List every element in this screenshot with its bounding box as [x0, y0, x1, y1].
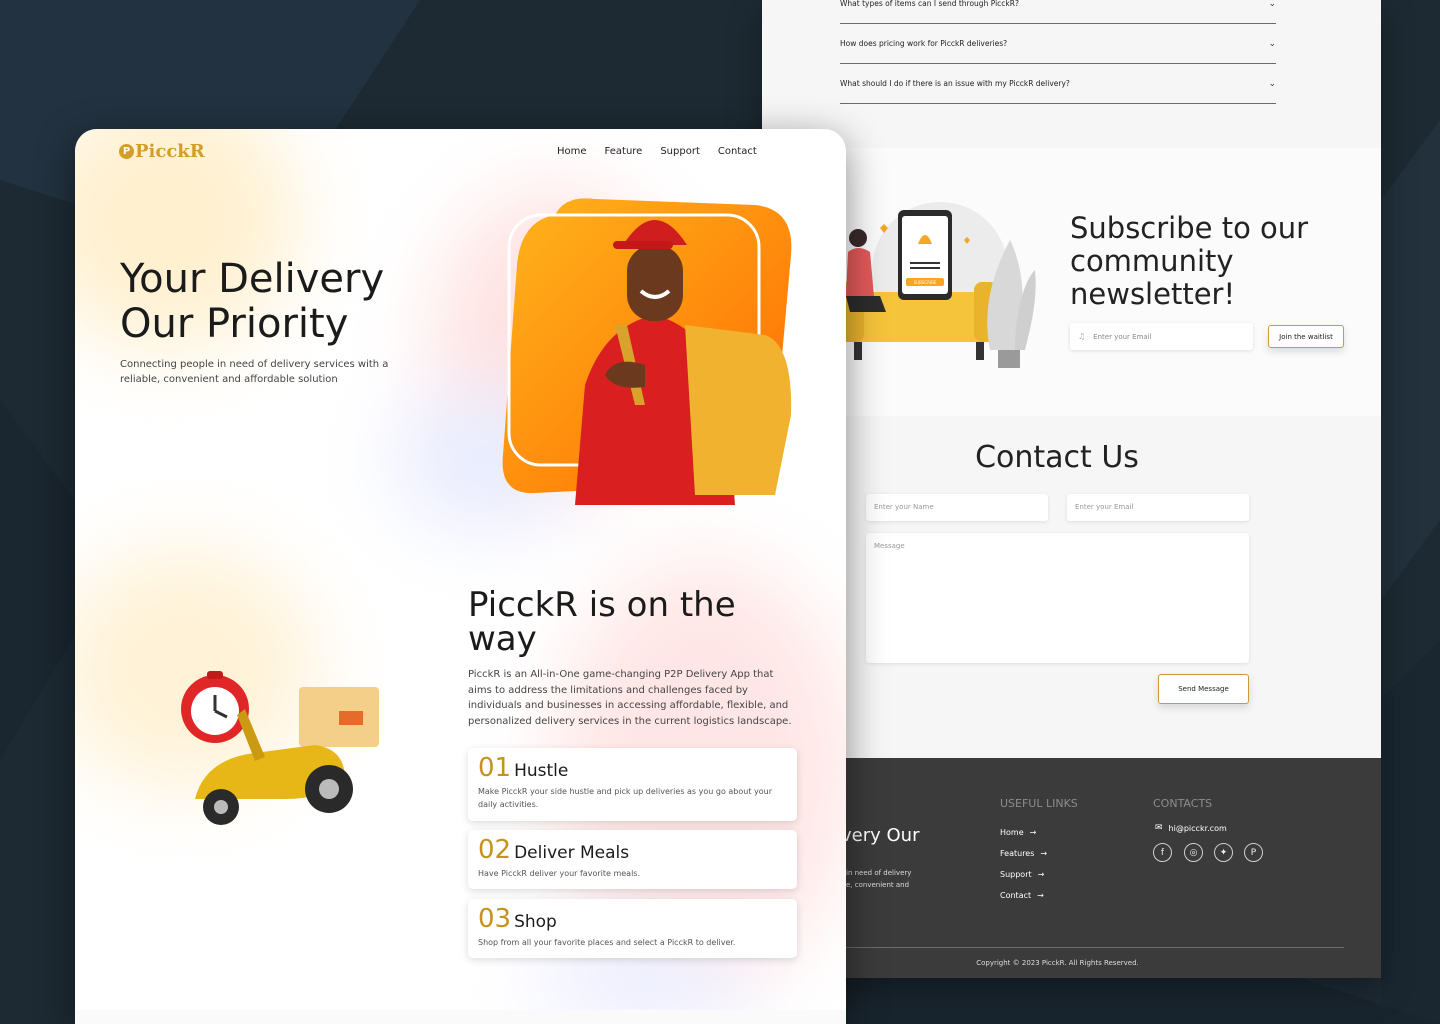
footer-link-label: Support: [1000, 870, 1032, 879]
feature-card-deliver-meals[interactable]: 02 Deliver Meals Have PicckR deliver you…: [468, 830, 797, 889]
copyright-text: Copyright © 2023 PicckR. All Rights Rese…: [976, 959, 1139, 967]
newsletter-email-placeholder: Enter your Email: [1093, 332, 1152, 341]
footer-link-features[interactable]: Features →: [1000, 849, 1047, 858]
join-waitlist-button[interactable]: Join the waitlist: [1268, 325, 1344, 348]
contact-email-input[interactable]: Enter your Email: [1067, 494, 1249, 521]
card-description: Shop from all your favorite places and s…: [478, 938, 736, 947]
newsletter-section: SUBSCRIBE Subscribe to our community new…: [762, 148, 1381, 416]
faq-item[interactable]: What types of items can I send through P…: [840, 0, 1276, 24]
contact-message-textarea[interactable]: Message: [866, 533, 1249, 663]
card-title: Shop: [514, 912, 557, 932]
twitter-icon[interactable]: ✦: [1214, 843, 1233, 862]
faq-list: What types of items can I send through P…: [840, 0, 1276, 104]
hero-title: Your Delivery Our Priority: [120, 257, 384, 347]
section-divider: [75, 1010, 846, 1024]
about-text: PicckR is an All-in-One game-changing P2…: [468, 669, 792, 727]
card-header: 03 Shop: [478, 905, 787, 933]
card-number: 01: [478, 753, 512, 783]
footer-link-label: Features: [1000, 849, 1035, 858]
feature-card-shop[interactable]: 03 Shop Shop from all your favorite plac…: [468, 899, 797, 958]
contacts-heading: CONTACTS: [1153, 797, 1213, 810]
instagram-icon[interactable]: ◎: [1184, 843, 1203, 862]
footer-link-contact[interactable]: Contact →: [1000, 891, 1044, 900]
useful-links-heading: USEFUL LINKS: [1000, 797, 1078, 810]
footer-brand-title: ivery Our: [836, 825, 920, 846]
mail-icon: ✉: [1155, 823, 1163, 833]
nav-home[interactable]: Home: [557, 146, 587, 157]
contact-name-input[interactable]: Enter your Name: [866, 494, 1048, 521]
card-header: 01 Hustle: [478, 754, 787, 782]
facebook-icon[interactable]: f: [1153, 843, 1172, 862]
nav-contact[interactable]: Contact: [718, 146, 757, 157]
scooter-illustration: [181, 671, 379, 825]
about-title: PicckR is on the way: [468, 585, 736, 659]
arrow-right-icon: →: [1037, 870, 1045, 879]
faq-item[interactable]: How does pricing work for PicckR deliver…: [840, 24, 1276, 64]
newsletter-email-input[interactable]: ♫ Enter your Email: [1070, 323, 1253, 350]
hero-title-line: Your Delivery: [120, 256, 385, 302]
hero-delivery-man-image: [502, 198, 792, 505]
top-nav: Home Feature Support Contact: [557, 146, 757, 157]
illustration-subscribe-label: SUBSCRIBE: [914, 280, 937, 285]
nav-feature[interactable]: Feature: [605, 146, 643, 157]
footer-divider: [844, 947, 1344, 948]
card-title: Hustle: [514, 761, 569, 781]
arrow-right-icon: →: [1040, 849, 1048, 858]
faq-question: What should I do if there is an issue wi…: [840, 79, 1070, 88]
arrow-right-icon: →: [1029, 828, 1037, 837]
faq-item[interactable]: What should I do if there is an issue wi…: [840, 64, 1276, 104]
card-title: Deliver Meals: [514, 843, 630, 863]
card-header: 02 Deliver Meals: [478, 836, 787, 864]
card-number: 02: [478, 835, 512, 865]
footer-link-home[interactable]: Home →: [1000, 828, 1036, 837]
footer-link-label: Contact: [1000, 891, 1032, 900]
chevron-down-icon: ⌄: [1268, 0, 1276, 9]
send-message-button[interactable]: Send Message: [1158, 674, 1249, 704]
landing-page-preview: P PicckR Home Feature Support Contact Yo…: [75, 129, 846, 1024]
newsletter-illustration: SUBSCRIBE: [840, 202, 1036, 368]
contact-title: Contact Us: [975, 440, 1139, 475]
feature-card-hustle[interactable]: 01 Hustle Make PicckR your side hustle a…: [468, 748, 797, 821]
footer: ivery Our in need of delivery e, conveni…: [762, 758, 1381, 978]
secondary-page-preview: What types of items can I send through P…: [762, 0, 1381, 978]
footer-link-support[interactable]: Support →: [1000, 870, 1044, 879]
card-description: Make PicckR your side hustle and pick up…: [478, 787, 773, 809]
footer-email[interactable]: ✉ hi@picckr.com: [1155, 823, 1227, 833]
footer-brand-text: in need of delivery: [846, 869, 912, 877]
pinterest-icon[interactable]: P: [1244, 843, 1263, 862]
nav-support[interactable]: Support: [660, 146, 700, 157]
hero-subtitle: Connecting people in need of delivery se…: [120, 359, 389, 385]
hero-title-line: Our Priority: [120, 301, 349, 347]
footer-link-label: Home: [1000, 828, 1024, 837]
faq-question: What types of items can I send through P…: [840, 0, 1019, 8]
footer-brand-text: e, convenient and: [846, 881, 910, 889]
logo-text: PicckR: [135, 141, 205, 162]
logo[interactable]: P PicckR: [119, 141, 205, 162]
card-number: 03: [478, 904, 512, 934]
faq-question: How does pricing work for PicckR deliver…: [840, 39, 1008, 48]
chevron-down-icon: ⌄: [1268, 38, 1276, 49]
bell-icon: ♫: [1078, 332, 1086, 341]
arrow-right-icon: →: [1037, 891, 1044, 900]
card-description: Have PicckR deliver your favorite meals.: [478, 869, 640, 878]
footer-email-text: hi@picckr.com: [1168, 823, 1227, 833]
newsletter-title: Subscribe to our community newsletter!: [1070, 211, 1309, 311]
logo-mark: P: [119, 144, 134, 159]
chevron-down-icon: ⌄: [1268, 78, 1276, 89]
